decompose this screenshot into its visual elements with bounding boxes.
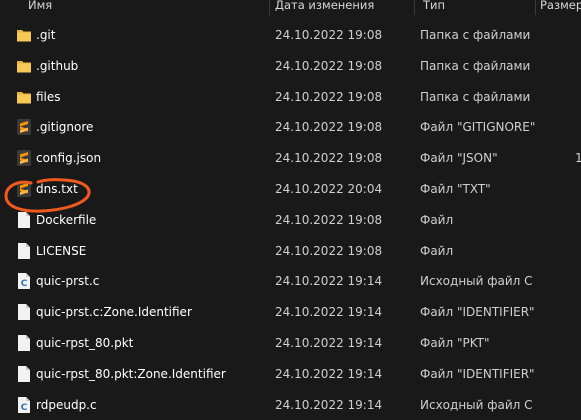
file-type: Папка с файлами (420, 89, 531, 104)
file-name: config.json (36, 151, 102, 166)
file-row[interactable]: quic-rpst_80.pkt꞉Zone.Identifier 24.10.20… (0, 359, 581, 389)
file-type: Файл (420, 243, 454, 258)
file-row[interactable]: config.json 24.10.2022 19:08 Файл "JSON" 1 (0, 143, 581, 173)
file-type: Папка с файлами (420, 28, 531, 42)
file-size: 1 (575, 151, 581, 166)
file-row[interactable]: Crdpeudp.c 24.10.2022 19:14 Исходный файл … (0, 390, 581, 420)
sublime-file-icon (16, 149, 32, 167)
file-type: Исходный файл C (420, 274, 533, 289)
svg-text:C: C (21, 403, 28, 413)
folder-icon (16, 26, 32, 44)
file-row[interactable]: dns.txt 24.10.2022 20:04 Файл "TXT" (0, 174, 581, 204)
file-type: Файл "JSON" (420, 151, 498, 166)
file-name: .gitignore (36, 120, 94, 135)
file-name: rdpeudp.c (36, 397, 97, 412)
file-row[interactable]: LICENSE 24.10.2022 19:08 Файл (0, 236, 581, 266)
file-row[interactable]: quic-rpst_80.pkt 24.10.2022 19:14 Файл "PK… (0, 328, 581, 358)
file-date: 24.10.2022 19:08 (275, 89, 383, 104)
file-date: 24.10.2022 19:08 (275, 58, 383, 73)
file-name: .github (36, 58, 79, 73)
file-date: 24.10.2022 19:14 (275, 336, 383, 350)
file-name: quic-prst.c꞉Zone.Identifier (36, 305, 192, 320)
file-name: dns.txt (36, 182, 78, 196)
file-type: Файл "GITIGNORE" (420, 120, 536, 135)
blank-file-icon (16, 365, 32, 383)
file-type: Файл "TXT" (420, 182, 491, 196)
file-date: 24.10.2022 19:08 (275, 151, 383, 166)
file-name: files (36, 89, 61, 104)
file-type: Файл "IDENTIFIER" (420, 305, 535, 320)
c-source-file-icon: C (16, 272, 32, 290)
blank-file-icon (16, 334, 32, 352)
file-name: quic-prst.c (36, 274, 100, 289)
file-type: Файл (420, 212, 454, 227)
file-name: quic-rpst_80.pkt (36, 336, 134, 350)
file-name: LICENSE (36, 243, 87, 258)
sublime-file-icon (16, 180, 32, 198)
column-divider[interactable] (414, 0, 415, 15)
file-date: 24.10.2022 19:08 (275, 28, 383, 42)
file-date: 24.10.2022 19:08 (275, 212, 383, 227)
file-date: 24.10.2022 19:14 (275, 274, 383, 289)
file-type: Файл "PKT" (420, 336, 490, 350)
file-name: quic-rpst_80.pkt꞉Zone.Identifier (36, 366, 226, 381)
file-type: Исходный файл C (420, 397, 533, 412)
blank-file-icon (16, 211, 32, 229)
folder-icon (16, 57, 32, 75)
svg-text:C: C (21, 279, 28, 289)
file-type: Папка с файлами (420, 58, 531, 73)
sublime-file-icon (16, 118, 32, 136)
column-header: Имя Дата изменения Тип Размер (0, 0, 581, 15)
file-name: Dockerfile (36, 212, 97, 227)
file-date: 24.10.2022 19:08 (275, 120, 383, 135)
column-header-size[interactable]: Размер (540, 0, 581, 14)
column-divider[interactable] (269, 0, 270, 15)
file-date: 24.10.2022 19:14 (275, 366, 383, 381)
file-row[interactable]: Dockerfile 24.10.2022 19:08 Файл (0, 205, 581, 235)
blank-file-icon (16, 303, 32, 321)
file-row[interactable]: .git 24.10.2022 19:08 Папка с файлами (0, 20, 581, 50)
column-header-type[interactable]: Тип (423, 0, 445, 14)
file-type: Файл "IDENTIFIER" (420, 366, 535, 381)
file-date: 24.10.2022 19:08 (275, 243, 383, 258)
file-row[interactable]: quic-prst.c꞉Zone.Identifier 24.10.2022 19… (0, 297, 581, 327)
file-date: 24.10.2022 19:14 (275, 397, 383, 412)
file-row[interactable]: .gitignore 24.10.2022 19:08 Файл "GITIGNOR… (0, 112, 581, 142)
blank-file-icon (16, 242, 32, 260)
column-divider[interactable] (535, 0, 536, 15)
file-row[interactable]: files 24.10.2022 19:08 Папка с файлами (0, 82, 581, 112)
folder-icon (16, 88, 32, 106)
column-header-name[interactable]: Имя (28, 0, 52, 14)
file-name: .git (36, 28, 56, 42)
file-row[interactable]: .github 24.10.2022 19:08 Папка с файлами (0, 51, 581, 81)
column-header-date[interactable]: Дата изменения (275, 0, 374, 14)
file-row[interactable]: Cquic-prst.c 24.10.2022 19:14 Исходный фай… (0, 266, 581, 296)
file-date: 24.10.2022 19:14 (275, 305, 383, 320)
file-date: 24.10.2022 20:04 (275, 182, 383, 196)
